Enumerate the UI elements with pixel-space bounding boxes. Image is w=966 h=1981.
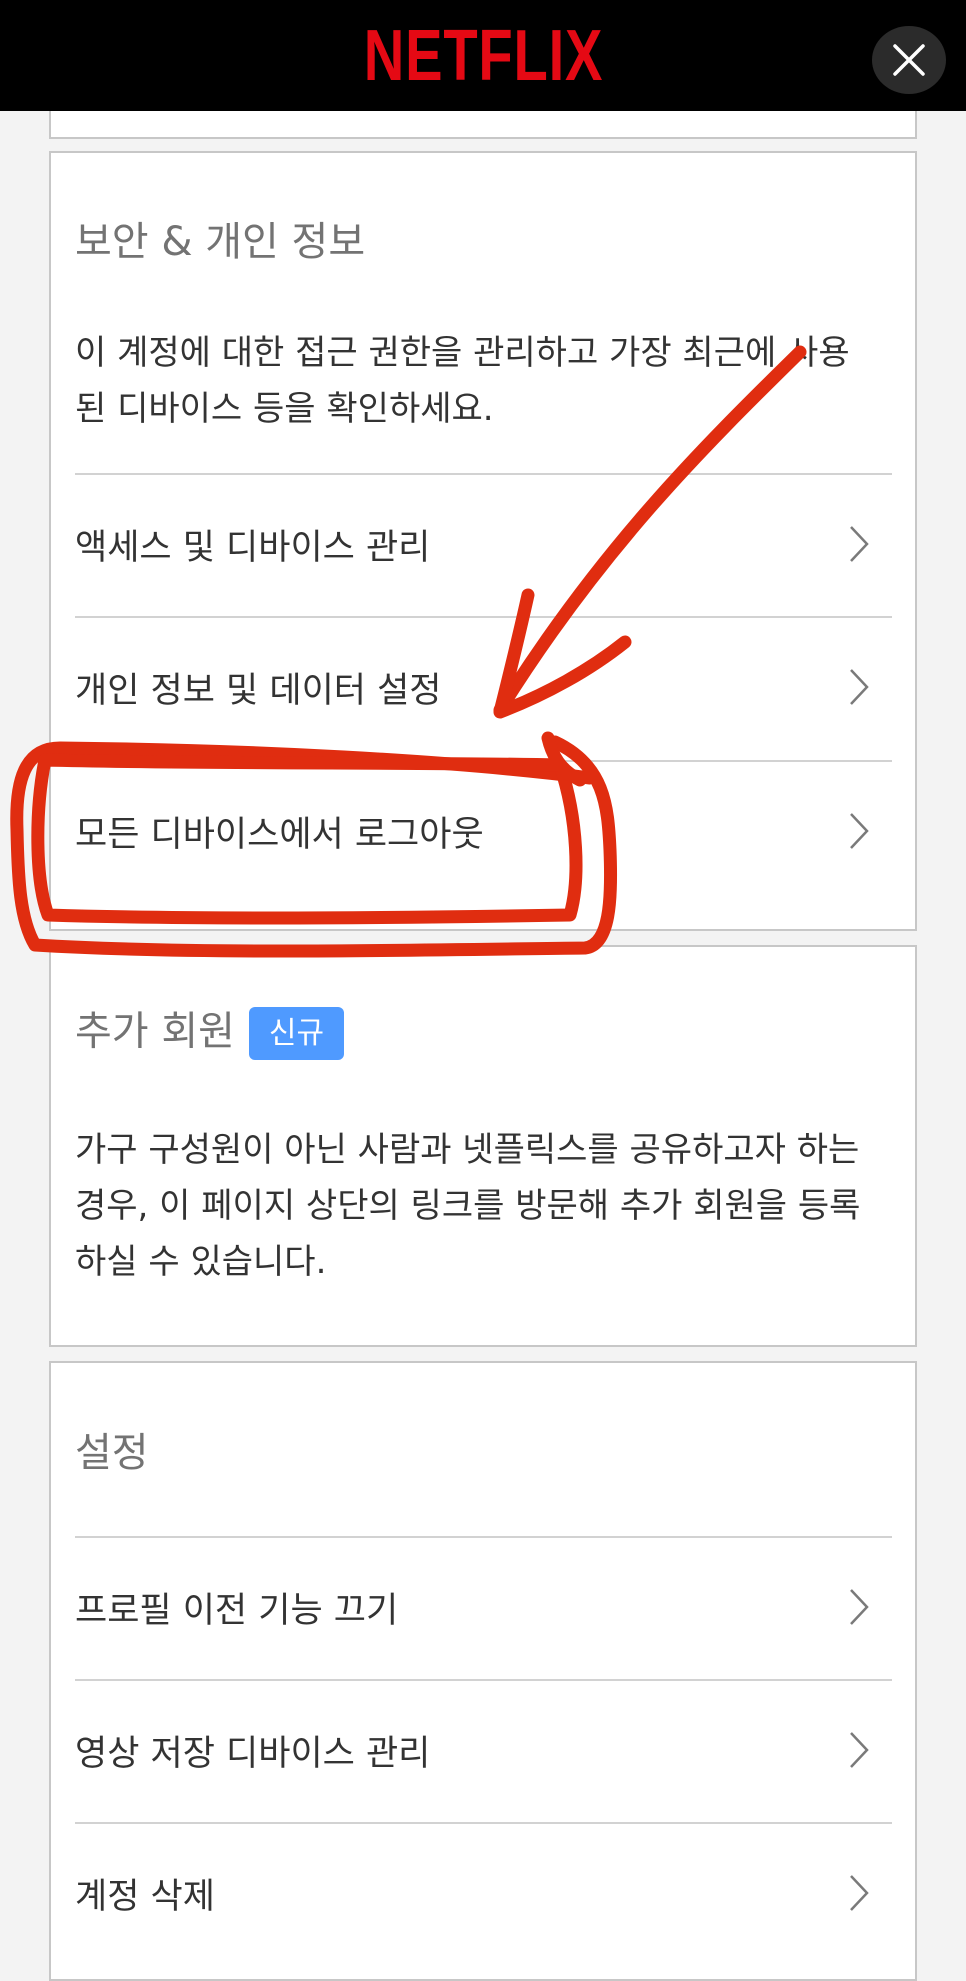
security-title: 보안 & 개인 정보 — [75, 219, 366, 265]
extra-members-card: 추가 회원 신규 가구 구성원이 아닌 사람과 넷플릭스를 공유하고자 하는 경우… — [49, 945, 917, 1347]
settings-title: 설정 — [75, 1430, 149, 1476]
chevron-right-icon — [848, 1873, 870, 1913]
chevron-right-icon — [848, 667, 870, 707]
close-icon — [893, 44, 925, 76]
row-profile-transfer-off[interactable]: 프로필 이전 기능 끄기 — [75, 1537, 892, 1677]
settings-card: 설정 프로필 이전 기능 끄기 영상 저장 디바이스 관리 계정 삭제 — [49, 1361, 917, 1981]
row-label: 모든 디바이스에서 로그아웃 — [75, 814, 484, 855]
extra-members-title: 추가 회원 신규 — [75, 1007, 345, 1060]
security-privacy-card: 보안 & 개인 정보 이 계정에 대한 접근 권한을 관리하고 가장 최근에 사… — [49, 151, 917, 931]
new-badge: 신규 — [248, 1007, 345, 1060]
close-button[interactable] — [872, 26, 946, 94]
chevron-right-icon — [848, 1730, 870, 1770]
chevron-right-icon — [848, 811, 870, 851]
chevron-right-icon — [848, 524, 870, 564]
extra-members-description: 가구 구성원이 아닌 사람과 넷플릭스를 공유하고자 하는 경우, 이 페이지 … — [75, 1130, 861, 1282]
row-label: 프로필 이전 기능 끄기 — [75, 1590, 399, 1631]
row-manage-access-devices[interactable]: 액세스 및 디바이스 관리 — [75, 474, 892, 614]
row-sign-out-all-devices[interactable]: 모든 디바이스에서 로그아웃 — [75, 761, 892, 901]
row-privacy-data-settings[interactable]: 개인 정보 및 데이터 설정 — [75, 617, 892, 757]
row-label: 계정 삭제 — [75, 1876, 215, 1917]
security-description: 이 계정에 대한 접근 권한을 관리하고 가장 최근에 사용된 디바이스 등을 … — [75, 333, 850, 429]
netflix-logo[interactable]: NETFLIX — [0, 0, 966, 111]
row-label: 영상 저장 디바이스 관리 — [75, 1733, 431, 1774]
row-label: 액세스 및 디바이스 관리 — [75, 527, 431, 568]
logo-text: NETFLIX — [363, 15, 603, 96]
row-label: 개인 정보 및 데이터 설정 — [75, 670, 442, 711]
row-download-devices[interactable]: 영상 저장 디바이스 관리 — [75, 1680, 892, 1820]
row-delete-account[interactable]: 계정 삭제 — [75, 1823, 892, 1963]
extra-members-title-text: 추가 회원 — [75, 1008, 235, 1055]
top-bar: NETFLIX — [0, 0, 966, 111]
chevron-right-icon — [848, 1587, 870, 1627]
